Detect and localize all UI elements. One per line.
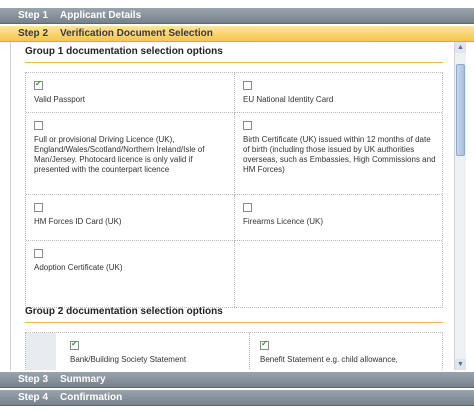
group-1-title: Group 1 documentation selection options — [25, 46, 223, 57]
step-2-header[interactable]: Step 2 Verification Document Selection — [0, 26, 474, 42]
step-4-header[interactable]: Step 4 Confirmation — [0, 390, 474, 406]
step-label: Summary — [60, 374, 106, 385]
step-number: Step 4 — [18, 392, 49, 403]
checkbox[interactable] — [243, 121, 252, 130]
group-2-side-panel — [26, 333, 56, 370]
checkbox-checked[interactable] — [70, 339, 79, 350]
empty-cell — [235, 241, 442, 307]
group-2-options-grid: Bank/Building Society Statement Benefit … — [25, 332, 443, 370]
checkbox-checked[interactable] — [260, 339, 269, 350]
option-bank-statement[interactable]: Bank/Building Society Statement — [56, 333, 250, 370]
step-label: Applicant Details — [60, 10, 142, 21]
option-label: Birth Certificate (UK) issued within 12 … — [243, 135, 436, 174]
document-selection-panel: Group 1 documentation selection options … — [10, 42, 453, 370]
option-driving-licence[interactable]: Full or provisional Driving Licence (UK)… — [26, 113, 235, 195]
scroll-up-arrow-icon[interactable]: ▲ — [455, 42, 466, 53]
option-label: Full or provisional Driving Licence (UK)… — [34, 135, 205, 174]
group-2-divider — [25, 322, 443, 323]
option-label: Adoption Certificate (UK) — [34, 263, 123, 272]
step-number: Step 2 — [18, 28, 49, 39]
checkbox[interactable] — [34, 121, 43, 130]
step-label: Confirmation — [60, 392, 123, 403]
scroll-down-arrow-icon[interactable]: ▼ — [455, 359, 466, 370]
option-eu-id-card[interactable]: EU National Identity Card — [235, 73, 442, 113]
option-firearms-licence[interactable]: Firearms Licence (UK) — [235, 195, 442, 241]
option-benefit-statement[interactable]: Benefit Statement e.g. child allowance, — [250, 333, 442, 370]
checkbox[interactable] — [243, 81, 252, 90]
group-2-title: Group 2 documentation selection options — [25, 306, 223, 317]
option-birth-certificate[interactable]: Birth Certificate (UK) issued within 12 … — [235, 113, 442, 195]
option-adoption-certificate[interactable]: Adoption Certificate (UK) — [26, 241, 235, 307]
option-label: Bank/Building Society Statement — [70, 355, 187, 364]
scroll-thumb[interactable] — [456, 64, 465, 156]
checkbox[interactable] — [243, 203, 252, 212]
group-1-options-grid: Valid Passport EU National Identity Card… — [25, 72, 443, 308]
step-1-header[interactable]: Step 1 Applicant Details — [0, 8, 474, 24]
option-label: Firearms Licence (UK) — [243, 217, 324, 226]
step-number: Step 1 — [18, 10, 49, 21]
checkbox[interactable] — [34, 249, 43, 258]
option-hm-forces-id[interactable]: HM Forces ID Card (UK) — [26, 195, 235, 241]
option-valid-passport[interactable]: Valid Passport — [26, 73, 235, 113]
option-label: Benefit Statement e.g. child allowance, — [260, 355, 398, 364]
step-number: Step 3 — [18, 374, 49, 385]
checkbox-checked[interactable] — [34, 79, 43, 90]
checkbox[interactable] — [34, 203, 43, 212]
vertical-scrollbar[interactable]: ▲ ▼ — [454, 42, 466, 370]
step-3-header[interactable]: Step 3 Summary — [0, 372, 474, 388]
step-label: Verification Document Selection — [60, 28, 213, 39]
option-label: Valid Passport — [34, 95, 85, 104]
option-label: EU National Identity Card — [243, 95, 334, 104]
option-label: HM Forces ID Card (UK) — [34, 217, 122, 226]
group-1-divider — [25, 62, 443, 63]
